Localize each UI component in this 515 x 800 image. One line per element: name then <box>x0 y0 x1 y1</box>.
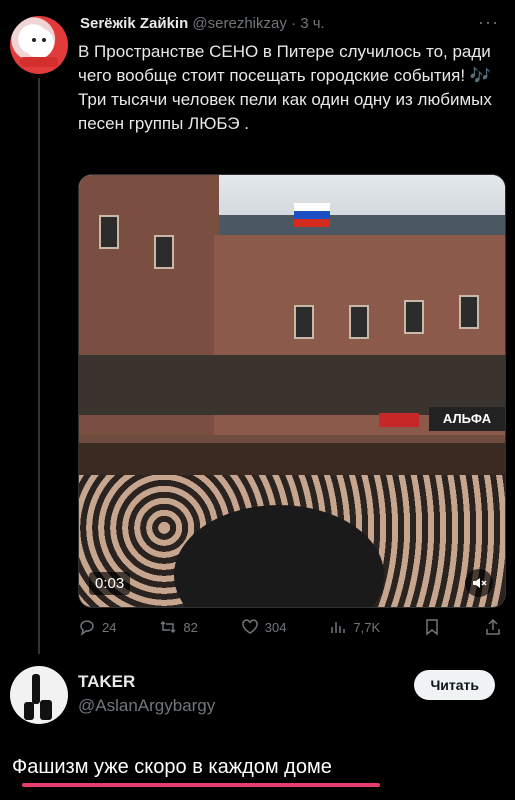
like-icon <box>242 619 258 634</box>
repost-icon <box>160 620 176 634</box>
share-button[interactable] <box>484 618 502 636</box>
reply-user-name[interactable]: TAKER <box>78 672 135 692</box>
video-timer: 0:03 <box>89 572 131 595</box>
author-avatar[interactable] <box>10 16 68 74</box>
video-sign: АЛЬФА <box>429 407 505 431</box>
author-handle[interactable]: @serezhikzay <box>192 15 286 32</box>
reply-user-handle[interactable]: @AslanArgybargy <box>78 696 215 716</box>
author-name[interactable]: Serёжik Zaйkin <box>80 15 188 32</box>
avatar-eye <box>32 38 36 42</box>
avatar-bunny <box>24 28 54 58</box>
mute-icon[interactable] <box>465 569 493 597</box>
avatar-tag <box>20 57 58 67</box>
repost-button[interactable]: 82 <box>159 618 198 636</box>
flag-icon <box>294 203 330 227</box>
thread-line <box>38 78 40 654</box>
video-window <box>459 295 479 329</box>
caption-text: Фашизм уже скоро в каждом доме <box>12 756 332 778</box>
avatar-figure <box>24 702 34 720</box>
reply-button[interactable]: 24 <box>78 618 116 636</box>
bookmark-button[interactable] <box>423 618 441 636</box>
reply-icon <box>80 620 94 636</box>
video-window <box>99 215 119 249</box>
views-count: 7,7K <box>353 619 381 635</box>
caption-underline <box>22 783 380 787</box>
video-balcony-crowd <box>79 355 505 415</box>
avatar-figure <box>40 700 52 720</box>
tweet-header: Serёжik Zaйkin @serezhikzay · 3 ч. <box>80 15 325 32</box>
video-window <box>154 235 174 269</box>
tweet-text: В Пространстве СЕНО в Питере случилось т… <box>78 40 498 136</box>
avatar-figure <box>32 674 40 704</box>
video-sign-red <box>379 413 419 427</box>
video-window <box>404 300 424 334</box>
views-icon <box>331 622 346 633</box>
more-options-icon[interactable]: ··· <box>478 12 499 33</box>
tweet-time[interactable]: · 3 ч. <box>291 15 325 32</box>
video-player[interactable]: АЛЬФА 0:03 <box>78 174 506 608</box>
video-window <box>349 305 369 339</box>
views-button[interactable]: 7,7K <box>329 618 380 636</box>
reply-user-avatar[interactable] <box>10 666 68 724</box>
tweet-actions: 24 82 304 7,7K <box>78 614 502 640</box>
repost-count: 82 <box>183 619 198 635</box>
tweet-paragraph: Три тысячи человек пели как один одну из… <box>78 90 492 133</box>
like-button[interactable]: 304 <box>241 618 287 636</box>
bookmark-icon <box>426 619 438 636</box>
video-window <box>294 305 314 339</box>
follow-button[interactable]: Читать <box>414 670 495 700</box>
reply-count: 24 <box>102 619 117 635</box>
like-count: 304 <box>264 619 287 635</box>
avatar-eye <box>42 38 46 42</box>
share-icon <box>486 618 500 635</box>
tweet-paragraph: В Пространстве СЕНО в Питере случилось т… <box>78 42 491 85</box>
